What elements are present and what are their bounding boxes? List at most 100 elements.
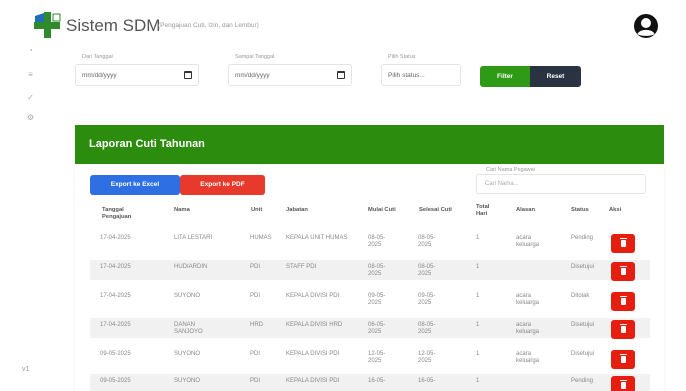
delete-button[interactable] [611,234,635,253]
cell-alasan: acara keluarga [516,351,540,364]
cell-unit: HUMAS [250,235,272,241]
status-label: Pilih Status [388,54,416,60]
calendar-icon[interactable] [184,71,192,79]
calendar-icon[interactable] [337,71,345,79]
search-placeholder: Cari Nama... [485,181,519,187]
cell-mulai: 09-05-2025 [368,293,386,306]
cell-nama: SUYONO [174,378,201,384]
start-date-label: Dari Tanggal [82,54,113,60]
cell-tanggal: 09-05-2025 [100,378,131,384]
status-badge: Pending [571,235,594,241]
cell-selesai: 08-05-2025 [418,322,436,335]
dashboard-icon[interactable]: ◔ [26,46,35,55]
trash-icon [620,296,627,305]
cell-nama: DANAN SANJOYO [174,322,203,335]
cell-mulai: 16-05- [368,378,386,384]
cell-unit: PDI [250,378,261,384]
cell-unit: PDI [250,293,261,299]
sidebar: ◔ ≡ ✓ ⚙ v1 [0,0,58,391]
end-date-label: Sampai Tanggal [235,54,275,60]
cell-mulai: 08-05-2025 [368,235,386,248]
cell-mulai: 06-05-2025 [368,322,386,335]
cell-tanggal: 09-05-2025 [100,351,131,357]
column-header: Status [571,207,589,213]
filter-button[interactable]: Filter [480,66,530,87]
reset-button[interactable]: Reset [530,66,581,87]
trash-icon [620,380,627,389]
search-label: Cari Nama Pegawai [486,167,535,173]
cell-jabatan: STAFF PDI [286,264,317,270]
end-date-placeholder: mm/dd/yyyy [235,72,270,79]
cell-tanggal: 17-04-2025 [100,293,131,299]
cell-alasan: acara keluarga [516,322,540,335]
cell-nama: LITA LESTARI [174,235,213,241]
table-row: 17-04-2025 SUYONO PDI KEPALA DIVISI PDI … [90,290,650,311]
delete-button[interactable] [611,262,635,281]
cell-selesai: 09-05-2025 [418,293,436,306]
status-badge: Pending [571,378,594,384]
start-date-placeholder: mm/dd/yyyy [82,72,117,79]
table-row: 17-04-2025 LITA LESTARI HUMAS KEPALA UNI… [90,232,650,253]
status-badge: Disetujui [571,322,595,328]
table-row: 09-05-2025 SUYONO PDI KEPALA DIVISI PDI … [90,348,650,369]
column-header: Tanggal Pengajuan [102,207,132,220]
cell-jabatan: KEPALA DIVISI PDI [286,378,340,384]
status-select-value: Pilih status... [388,72,425,79]
delete-button[interactable] [611,320,635,339]
app-subtitle: (Pengajuan Cuti, Izin, dan Lembur) [158,22,259,29]
cell-unit: PDI [250,351,261,357]
cell-jabatan: KEPALA DIVISI HRD [286,322,343,328]
cell-selesai: 08-05-2025 [418,264,436,277]
settings-icon[interactable]: ⚙ [26,113,35,122]
cell-mulai: 12-05-2025 [368,351,386,364]
column-header: Aksi [609,207,622,213]
delete-button[interactable] [611,350,635,369]
check-icon[interactable]: ✓ [26,93,35,102]
list-icon[interactable]: ≡ [26,70,35,79]
cell-unit: PDI [250,264,261,270]
cell-unit: HRD [250,322,263,328]
report-banner: Laporan Cuti Tahunan [75,125,664,164]
delete-button[interactable] [611,376,635,391]
table-row: 17-04-2025 DANAN SANJOYO HRD KEPALA DIVI… [90,318,650,339]
search-input[interactable]: Cari Nama... [476,174,646,194]
table-row: 09-05-2025 SUYONO PDI KEPALA DIVISI PDI … [90,374,650,391]
column-header: Mulai Cuti [368,207,396,213]
cell-nama: SUYONO [174,351,201,357]
cell-total: 1 [476,378,480,384]
delete-button[interactable] [611,292,635,311]
cell-tanggal: 17-04-2025 [100,235,131,241]
cell-total: 1 [476,322,480,328]
sidebar-footer: v1 [22,366,30,373]
app-logo [34,12,61,38]
cell-mulai: 08-05-2025 [368,264,386,277]
cell-alasan: acara keluarga [516,293,540,306]
cell-tanggal: 17-04-2025 [100,322,131,328]
column-header: Selesai Cuti [419,207,452,213]
start-date-input[interactable]: mm/dd/yyyy [75,64,199,86]
cell-jabatan: KEPALA DIVISI PDI [286,293,340,299]
column-header: Nama [174,207,190,213]
export-pdf-button[interactable]: Export ke PDF [180,175,265,195]
export-excel-button[interactable]: Export ke Excel [90,175,180,195]
column-header: Total Hari [476,204,490,217]
end-date-input[interactable]: mm/dd/yyyy [228,64,352,86]
table-row: 17-04-2025 HUDIARDIN PDI STAFF PDI 08-05… [90,260,650,281]
column-header: Alasan [516,207,536,213]
report-title: Laporan Cuti Tahunan [89,138,205,150]
trash-icon [620,324,627,333]
cell-nama: SUYONO [174,293,201,299]
status-badge: Ditolak [571,293,590,299]
column-header: Jabatan [286,207,308,213]
trash-icon [620,238,627,247]
status-select[interactable]: Pilih status... [381,64,461,86]
trash-icon [620,354,627,363]
cell-alasan: acara keluarga [516,235,540,248]
user-avatar-icon[interactable] [633,13,659,39]
cell-total: 1 [476,264,480,270]
cell-total: 1 [476,235,480,241]
status-badge: Disetujui [571,351,595,357]
cell-total: 1 [476,293,480,299]
status-badge: Disetujui [571,264,595,270]
column-header: Unit [251,207,263,213]
